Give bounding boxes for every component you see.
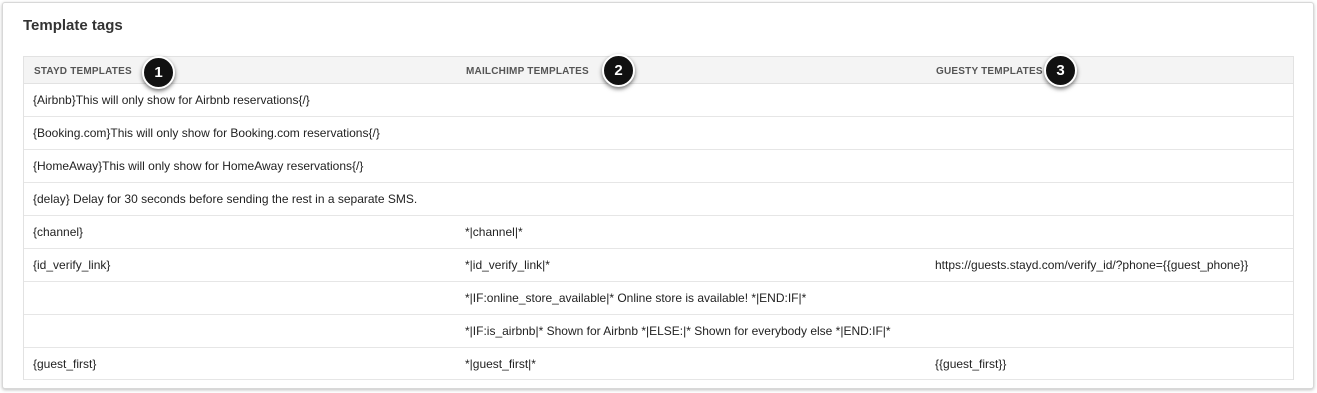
table-row: {delay} Delay for 30 seconds before send… bbox=[24, 183, 1293, 216]
cell-stayd: {guest_first} bbox=[33, 357, 97, 371]
column-header-stayd: STAYD TEMPLATES bbox=[34, 66, 132, 77]
cell-mailchimp: *|IF:is_airbnb|* Shown for Airbnb *|ELSE… bbox=[465, 324, 891, 338]
cell-guesty: {{guest_first}} bbox=[935, 357, 1007, 371]
cell-mailchimp: *|guest_first|* bbox=[465, 357, 536, 371]
column-header-mailchimp: MAILCHIMP TEMPLATES bbox=[466, 66, 589, 77]
cell-mailchimp: *|id_verify_link|* bbox=[465, 258, 550, 272]
callout-badge-3: 3 bbox=[1044, 54, 1077, 87]
template-tags-table: STAYD TEMPLATES MAILCHIMP TEMPLATES GUES… bbox=[23, 56, 1294, 380]
table-row: *|IF:is_airbnb|* Shown for Airbnb *|ELSE… bbox=[24, 315, 1293, 348]
cell-stayd: {HomeAway}This will only show for HomeAw… bbox=[33, 159, 364, 173]
template-tags-panel: Template tags STAYD TEMPLATES MAILCHIMP … bbox=[2, 2, 1314, 389]
column-header-guesty: GUESTY TEMPLATES bbox=[936, 66, 1043, 77]
cell-guesty: https://guests.stayd.com/verify_id/?phon… bbox=[935, 258, 1249, 272]
table-row: {HomeAway}This will only show for HomeAw… bbox=[24, 150, 1293, 183]
cell-stayd: {channel} bbox=[33, 225, 84, 239]
cell-mailchimp: *|channel|* bbox=[465, 225, 523, 239]
cell-stayd: {Airbnb}This will only show for Airbnb r… bbox=[33, 93, 310, 107]
callout-badge-2: 2 bbox=[602, 54, 635, 87]
table-row: {Airbnb}This will only show for Airbnb r… bbox=[24, 84, 1293, 117]
callout-badge-1: 1 bbox=[142, 56, 175, 89]
table-row: {Booking.com}This will only show for Boo… bbox=[24, 117, 1293, 150]
cell-stayd: {Booking.com}This will only show for Boo… bbox=[33, 126, 380, 140]
panel-title: Template tags bbox=[23, 17, 123, 34]
cell-mailchimp: *|IF:online_store_available|* Online sto… bbox=[465, 291, 807, 305]
table-header: STAYD TEMPLATES MAILCHIMP TEMPLATES GUES… bbox=[24, 57, 1293, 84]
table-row: {guest_first} *|guest_first|* {{guest_fi… bbox=[24, 348, 1293, 380]
cell-stayd: {delay} Delay for 30 seconds before send… bbox=[33, 192, 418, 206]
cell-stayd: {id_verify_link} bbox=[33, 258, 111, 272]
table-row: {channel} *|channel|* bbox=[24, 216, 1293, 249]
table-row: {id_verify_link} *|id_verify_link|* http… bbox=[24, 249, 1293, 282]
table-row: *|IF:online_store_available|* Online sto… bbox=[24, 282, 1293, 315]
